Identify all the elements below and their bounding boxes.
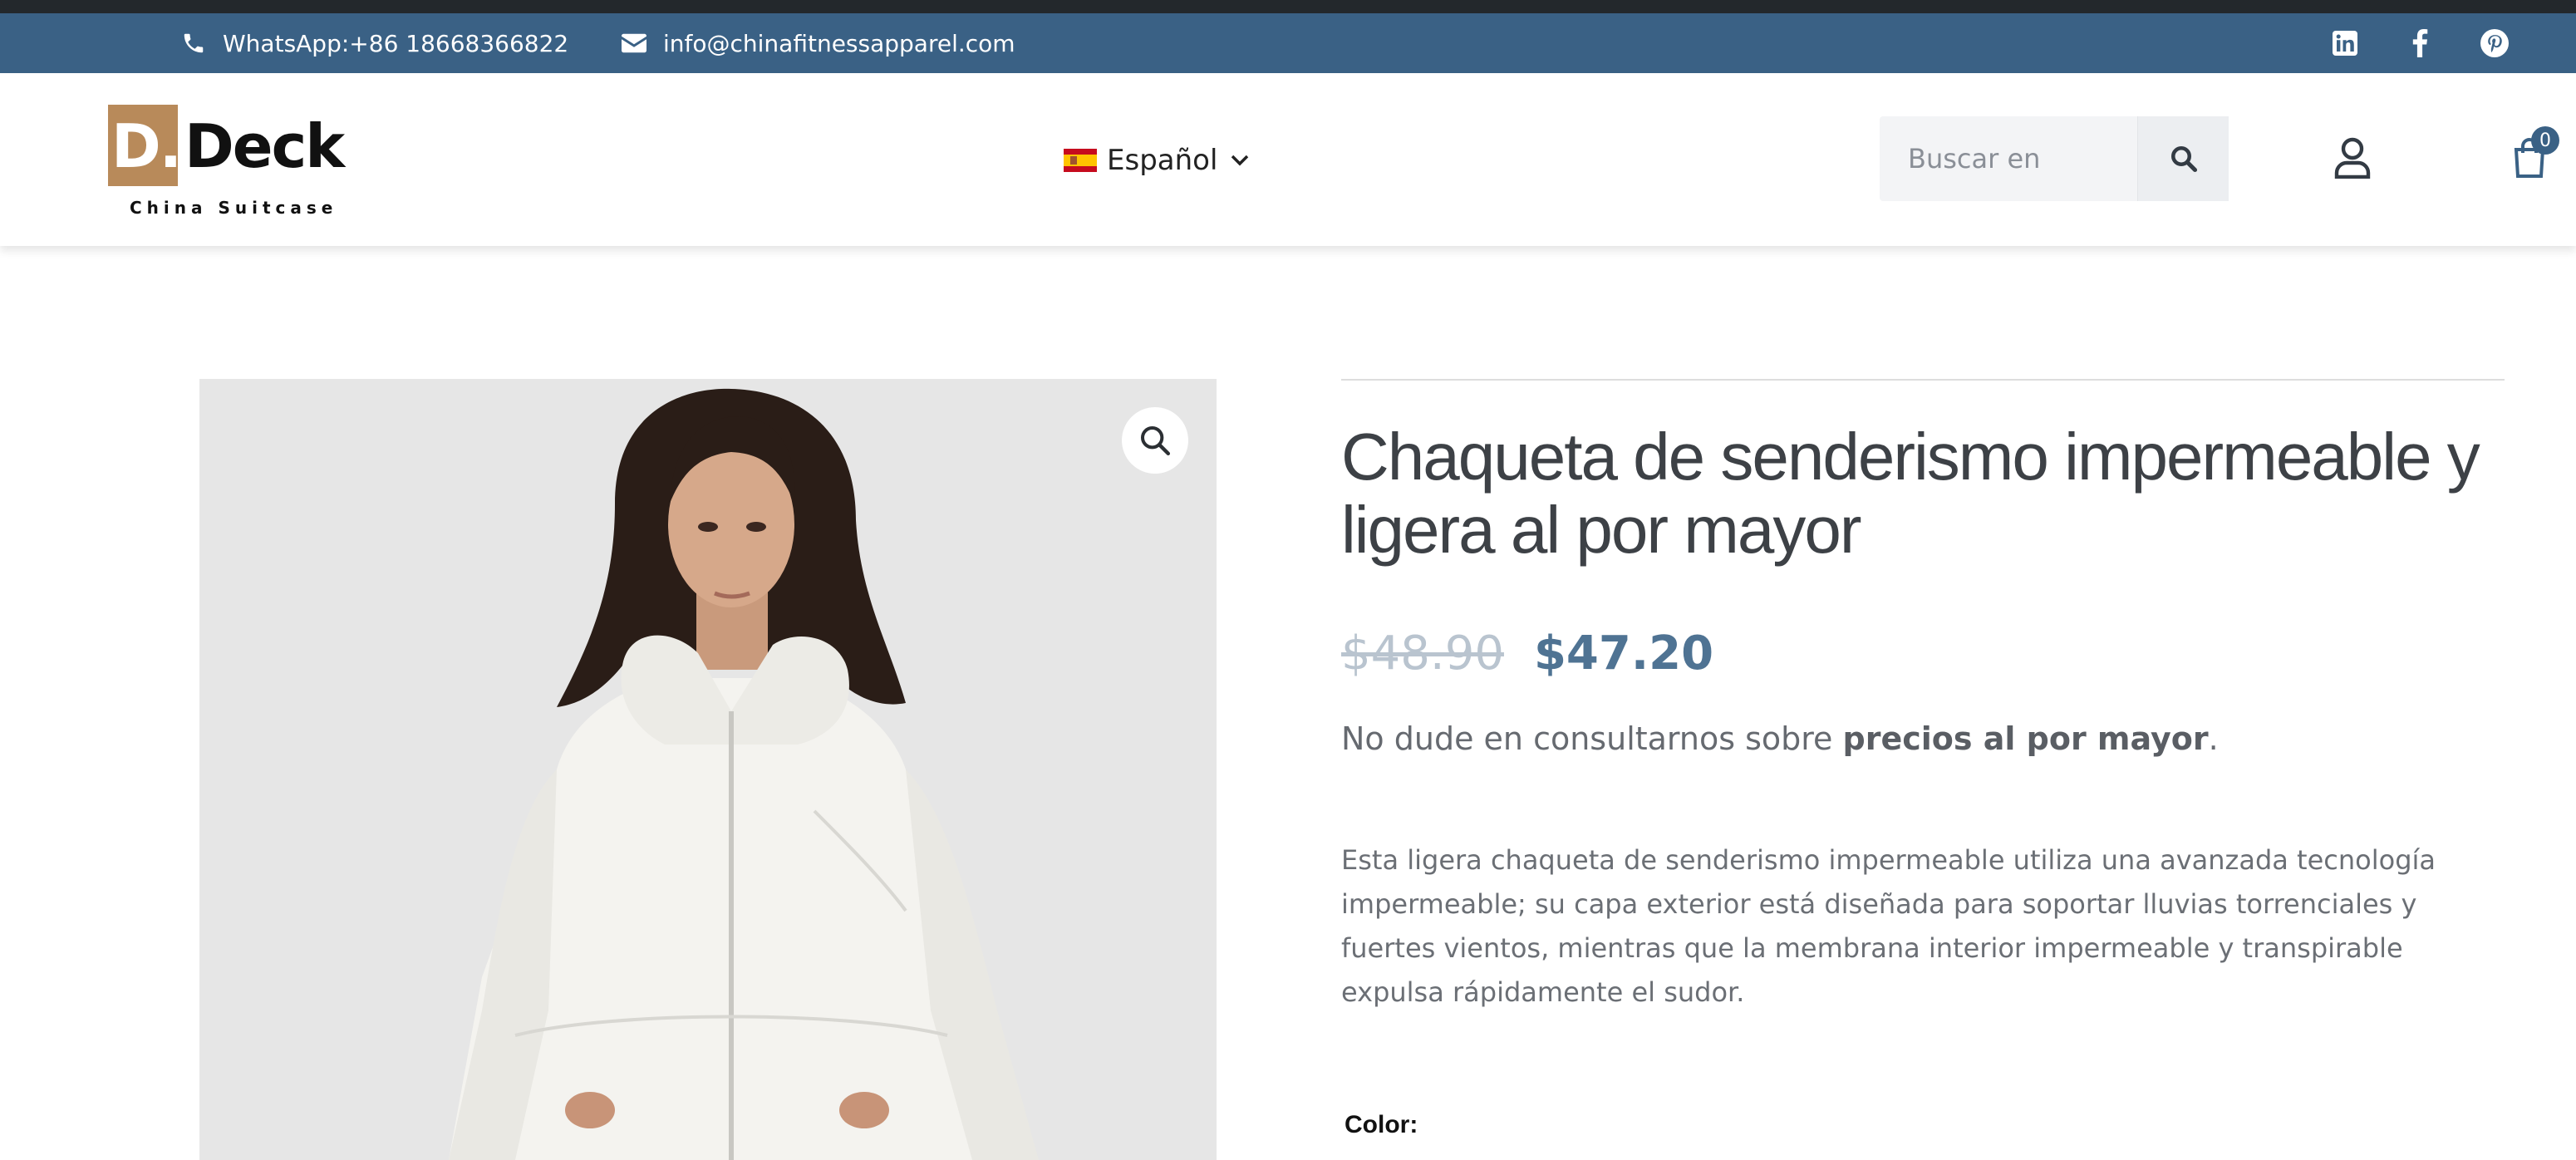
wholesale-note: No dude en consultarnos sobre precios al… xyxy=(1341,720,2505,757)
facebook-icon[interactable] xyxy=(2400,13,2440,73)
chevron-down-icon xyxy=(1231,155,1249,166)
phone-icon xyxy=(184,33,204,53)
product-title: Chaqueta de senderismo impermeable y lig… xyxy=(1341,420,2480,567)
account-button[interactable] xyxy=(2333,135,2372,181)
logo-name: Deck xyxy=(184,111,345,181)
site-logo[interactable]: D. Deck China Suitcase xyxy=(108,105,374,221)
wholesale-note-prefix: No dude en consultarnos sobre xyxy=(1341,720,1843,757)
wholesale-note-link: precios al por mayor xyxy=(1842,720,2209,757)
color-label: Color: xyxy=(1345,1111,1418,1138)
email-text: info@chinafitnessapparel.com xyxy=(663,29,1015,57)
language-label: Español xyxy=(1107,144,1218,177)
product-image[interactable] xyxy=(199,379,1217,1160)
search-form xyxy=(1880,116,2229,201)
product-price: $48.90 $47.20 xyxy=(1341,627,2505,681)
product-description: Esta ligera chaqueta de senderismo imper… xyxy=(1341,844,2436,1008)
summary-divider xyxy=(1341,379,2505,381)
product-summary: Chaqueta de senderismo impermeable y lig… xyxy=(1341,379,2505,1139)
logo-tagline: China Suitcase xyxy=(130,198,338,218)
search-icon xyxy=(2170,146,2197,173)
linkedin-icon[interactable] xyxy=(2325,13,2365,73)
cart-button[interactable]: 0 xyxy=(2513,126,2559,183)
search-button[interactable] xyxy=(2137,116,2229,201)
cart-count-badge: 0 xyxy=(2531,126,2559,155)
original-price: $48.90 xyxy=(1341,627,1504,681)
product-photo-jacket xyxy=(199,379,1217,1160)
whatsapp-link[interactable]: WhatsApp:+86 18668366822 xyxy=(181,13,568,73)
wholesale-note-suffix: . xyxy=(2208,720,2219,757)
search-input[interactable] xyxy=(1880,116,2137,201)
email-link[interactable]: info@chinafitnessapparel.com xyxy=(622,13,1015,73)
sale-price: $47.20 xyxy=(1533,627,1714,681)
language-switcher[interactable]: Español xyxy=(1064,140,1249,181)
browser-top-strip xyxy=(0,0,2576,13)
magnifier-icon xyxy=(1141,426,1170,455)
zoom-button[interactable] xyxy=(1122,407,1188,474)
envelope-icon xyxy=(622,33,646,53)
whatsapp-text: WhatsApp:+86 18668366822 xyxy=(223,29,569,57)
pinterest-icon[interactable] xyxy=(2475,13,2515,73)
spain-flag-icon xyxy=(1064,149,1097,172)
user-icon xyxy=(2334,137,2371,179)
site-header: D. Deck China Suitcase Español 0 xyxy=(0,73,2576,246)
logo-mark-text: D. xyxy=(111,111,182,181)
contact-topbar: WhatsApp:+86 18668366822 info@chinafitne… xyxy=(0,13,2576,73)
